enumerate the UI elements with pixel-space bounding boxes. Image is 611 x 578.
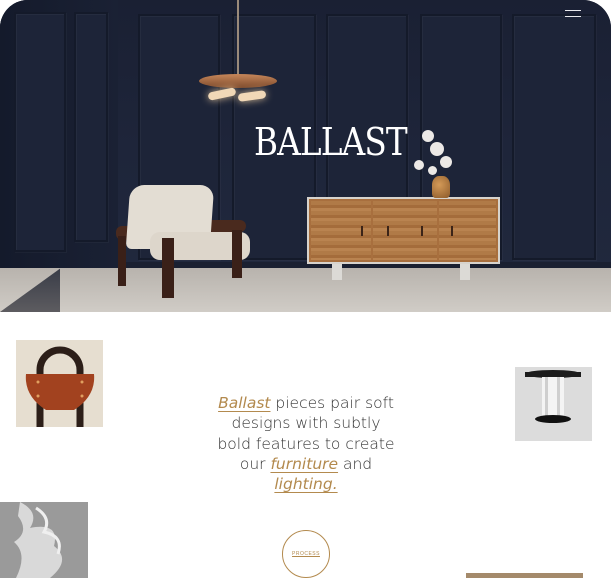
- sideboard: [307, 197, 500, 264]
- sculpture-product-image[interactable]: [0, 502, 88, 578]
- hamburger-menu-icon[interactable]: [565, 10, 581, 19]
- process-button-label: PROCESS: [292, 551, 320, 557]
- menu-line: [565, 16, 581, 17]
- sideboard-door: [439, 201, 496, 260]
- wall-panel: [74, 12, 108, 242]
- flower: [440, 156, 452, 168]
- floor: [0, 268, 611, 312]
- sculpture-illustration: [0, 502, 88, 578]
- chair-leg: [162, 238, 174, 298]
- wall-panel: [14, 12, 66, 252]
- menu-line: [565, 10, 581, 11]
- flower: [428, 166, 437, 175]
- process-button[interactable]: PROCESS: [282, 530, 330, 578]
- sideboard-leg: [460, 264, 470, 280]
- ballast-logo[interactable]: BALLAST: [254, 120, 408, 164]
- side-table-product-image[interactable]: [515, 367, 592, 441]
- chair-illustration: [16, 340, 103, 427]
- furniture-link[interactable]: furniture: [270, 455, 338, 473]
- flower: [430, 142, 444, 156]
- pendant-lamp: [199, 74, 277, 88]
- sideboard-door: [373, 201, 437, 260]
- hero-image: BALLAST: [0, 0, 611, 312]
- sideboard-handle: [387, 226, 389, 236]
- chair-leg: [232, 230, 242, 278]
- product-image[interactable]: [466, 573, 583, 578]
- table-illustration: [515, 367, 592, 441]
- sideboard-handle: [361, 226, 363, 236]
- chair-product-image[interactable]: [16, 340, 103, 427]
- flower: [422, 130, 434, 142]
- lighting-link[interactable]: lighting.: [274, 475, 337, 493]
- tagline-text: and: [338, 454, 373, 473]
- ballast-link[interactable]: Ballast: [218, 394, 270, 412]
- chair-leg: [118, 236, 126, 286]
- sideboard-handle: [421, 226, 423, 236]
- vase: [432, 176, 450, 198]
- pendant-lamp-rod: [237, 0, 239, 78]
- sideboard-leg: [332, 264, 342, 280]
- sideboard-handle: [451, 226, 453, 236]
- wall-panel: [512, 14, 596, 260]
- intro-tagline: Ballast pieces pair soft designs with su…: [216, 393, 396, 494]
- flower: [414, 160, 424, 170]
